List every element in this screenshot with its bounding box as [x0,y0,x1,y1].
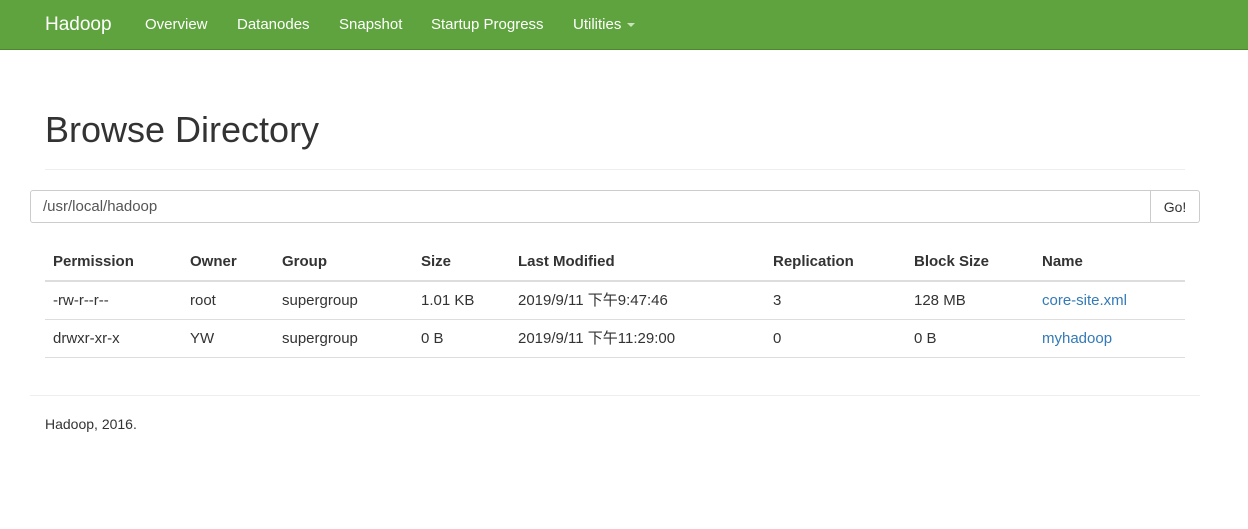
nav-item-overview[interactable]: Overview [145,0,208,49]
caret-down-icon [627,23,636,28]
column-header-replication[interactable]: Replication [773,243,854,280]
directory-link-myhadoop[interactable]: myhadoop [1042,320,1112,357]
nav-item-snapshot[interactable]: Snapshot [339,0,402,49]
column-header-name[interactable]: Name [1042,243,1083,280]
go-button[interactable]: Go! [1150,190,1200,223]
footer-copyright: Hadoop, 2016. [45,416,137,432]
column-header-size[interactable]: Size [421,243,451,280]
cell-permission: -rw-r--r-- [53,292,109,309]
file-link-core-site-xml[interactable]: core-site.xml [1042,282,1127,319]
cell-last-modified: 2019/9/11 下午9:47:46 [518,292,668,309]
cell-owner: root [190,292,216,309]
cell-replication: 3 [773,292,782,309]
cell-last-modified: 2019/9/11 下午11:29:00 [518,330,676,347]
table-row: -rw-r--r-- root supergroup 1.01 KB 2019/… [45,282,1185,320]
column-header-last-modified[interactable]: Last Modified [518,243,615,280]
nav-item-utilities-label: Utilities [573,16,622,33]
cell-block-size: 128 MB [914,292,966,309]
table-header-row: Permission Owner Group Size Last Modifie… [45,243,1185,282]
cell-size: 0 B [421,330,444,347]
cell-group: supergroup [282,292,358,309]
cell-permission: drwxr-xr-x [53,330,120,347]
directory-path-input[interactable] [30,190,1151,223]
nav-item-startup-progress[interactable]: Startup Progress [431,0,544,49]
cell-group: supergroup [282,330,358,347]
column-header-block-size[interactable]: Block Size [914,243,989,280]
column-header-permission[interactable]: Permission [53,243,134,280]
title-divider [45,169,1185,170]
cell-block-size: 0 B [914,330,937,347]
cell-owner: YW [190,330,215,347]
page-title: Browse Directory [45,109,320,150]
cell-replication: 0 [773,330,782,347]
column-header-group[interactable]: Group [282,243,327,280]
footer-divider [30,395,1200,396]
nav-item-utilities[interactable]: Utilities [573,0,636,49]
cell-size: 1.01 KB [421,292,475,309]
brand-link[interactable]: Hadoop [45,0,112,49]
column-header-owner[interactable]: Owner [190,243,237,280]
nav-item-datanodes[interactable]: Datanodes [237,0,310,49]
table-row: drwxr-xr-x YW supergroup 0 B 2019/9/11 下… [45,320,1185,358]
top-navbar: Hadoop Overview Datanodes Snapshot Start… [0,0,1248,50]
directory-table: Permission Owner Group Size Last Modifie… [45,243,1185,358]
